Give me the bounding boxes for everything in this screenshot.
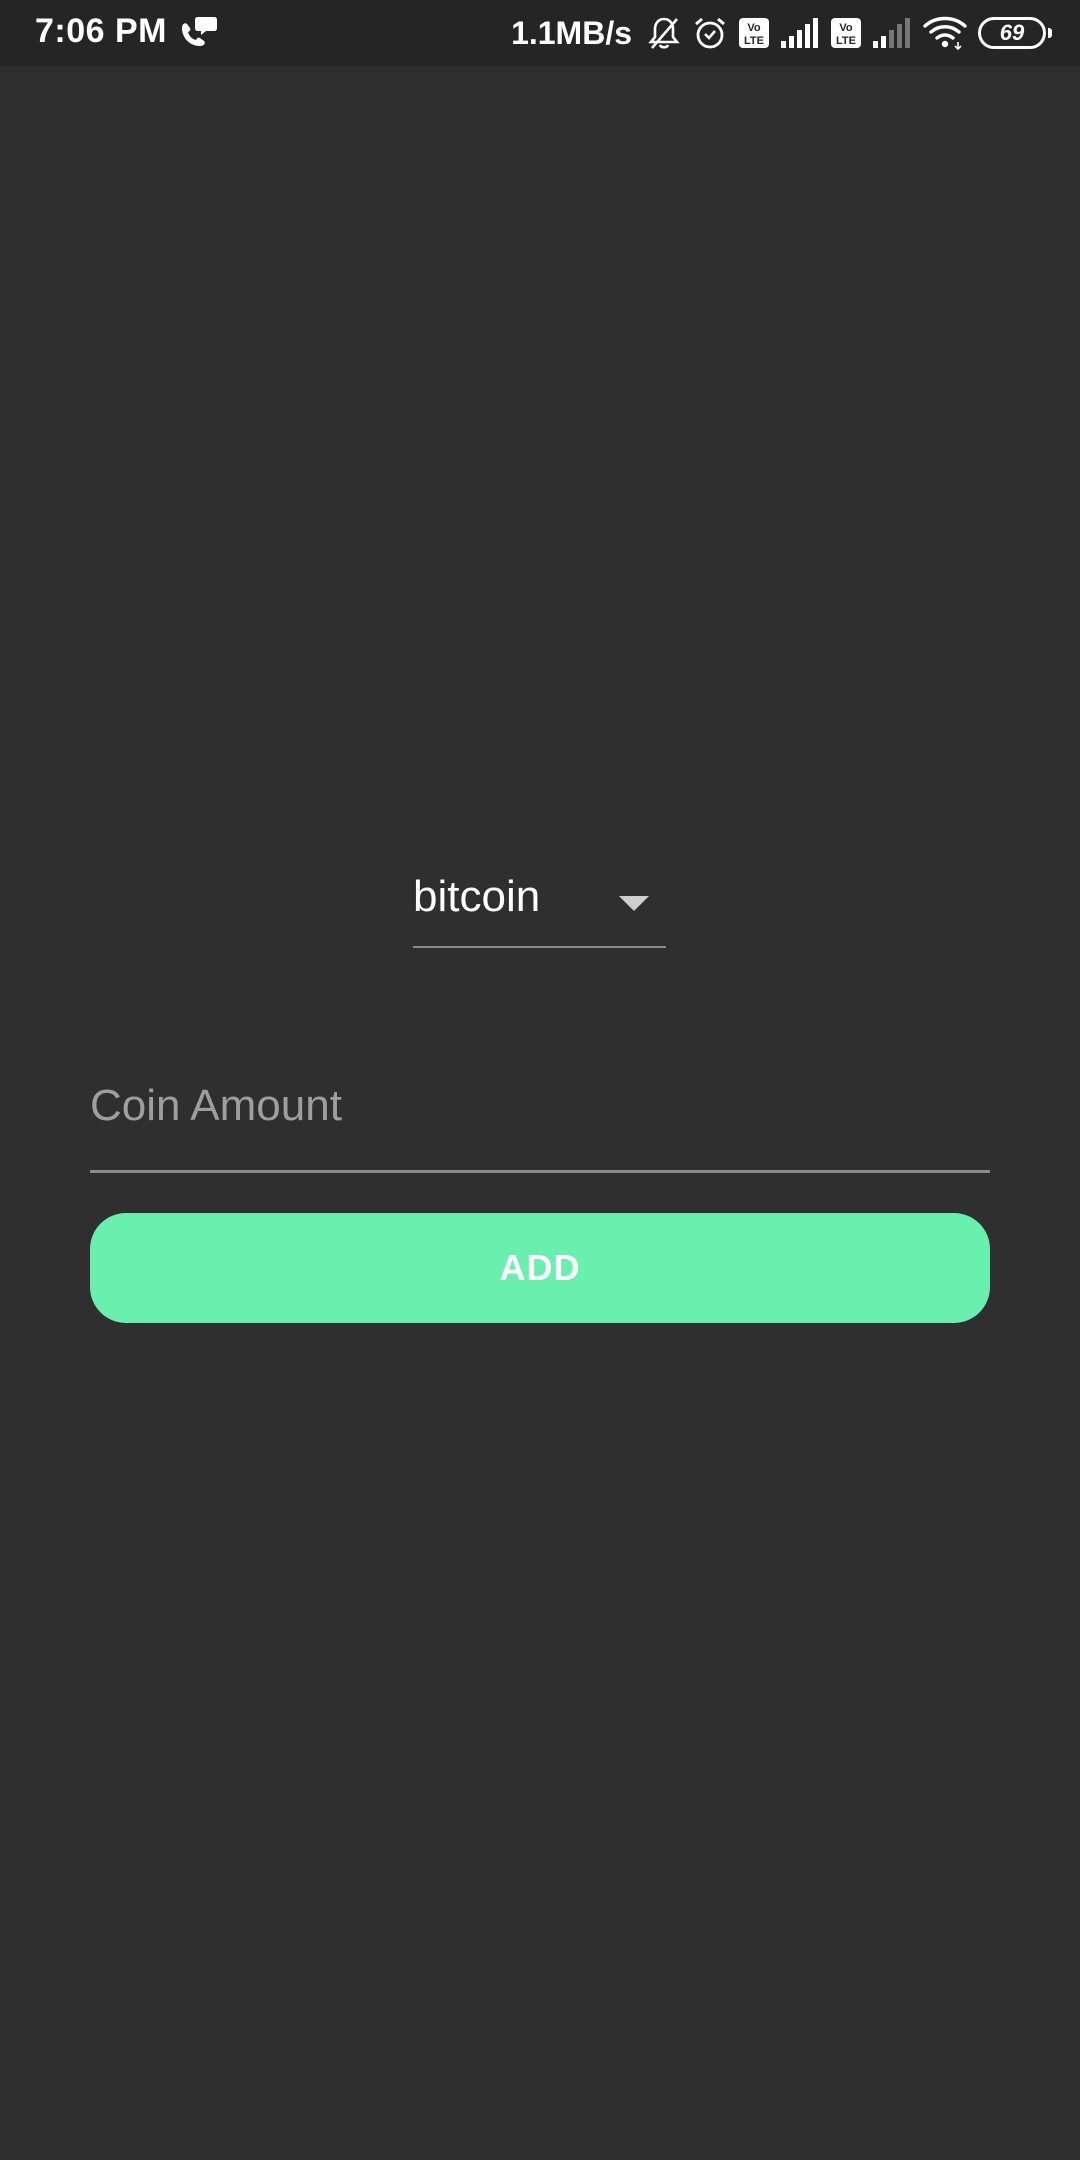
dropdown-underline — [413, 946, 666, 948]
volte-icon: Vo LTE — [739, 18, 769, 48]
battery-level: 69 — [999, 20, 1025, 45]
add-button[interactable]: ADD — [90, 1213, 990, 1323]
svg-text:LTE: LTE — [744, 35, 764, 47]
wifi-icon — [923, 16, 967, 51]
battery-nub — [1048, 28, 1052, 38]
signal-weak-icon — [873, 18, 910, 48]
coin-amount-underline — [90, 1170, 990, 1173]
status-icons: 1.1MB/s Vo LTE Vo LTE 69 — [511, 10, 1052, 56]
coin-amount-input[interactable] — [90, 1050, 990, 1170]
alarm-icon — [695, 17, 725, 49]
mute-bell-icon — [648, 17, 680, 49]
signal-icon — [781, 18, 818, 48]
battery-icon: 69 — [978, 17, 1052, 49]
svg-text:LTE: LTE — [836, 35, 856, 47]
net-speed: 1.1MB/s — [511, 14, 632, 51]
svg-text:Vo: Vo — [747, 22, 761, 34]
volte-icon: Vo LTE — [831, 18, 861, 48]
coin-amount-field — [90, 1050, 990, 1174]
status-bar: 7:06 PM 1.1MB/s Vo LTE Vo LTE 69 — [0, 0, 1080, 66]
status-time: 7:06 PM — [35, 12, 167, 50]
svg-text:Vo: Vo — [839, 22, 853, 34]
dropdown-arrow-icon — [619, 896, 649, 911]
coin-dropdown-value: bitcoin — [413, 872, 541, 921]
chat-bubble-phone-icon — [182, 17, 217, 46]
coin-dropdown[interactable]: bitcoin — [413, 868, 666, 948]
